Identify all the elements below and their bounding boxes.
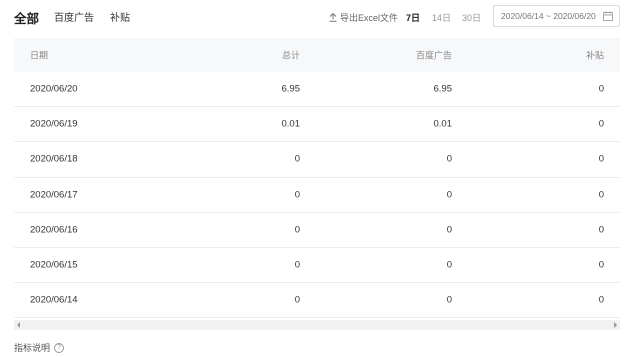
- cell-baidu-ads: 0: [446, 189, 452, 201]
- table-header: 日期 总计 百度广告 补贴: [14, 38, 620, 72]
- horizontal-scrollbar[interactable]: [14, 320, 620, 330]
- cell-date: 2020/06/19: [30, 118, 78, 130]
- column-header-date: 日期: [30, 50, 49, 61]
- cell-baidu-ads: 0.01: [433, 118, 453, 130]
- top-toolbar: 全部 百度广告 补贴 导出Excel文件 7日 14日 30日 2020/06/…: [0, 0, 640, 36]
- cell-baidu-ads: 6.95: [433, 83, 453, 95]
- table-row: 2020/06/17 0 0 0: [14, 178, 620, 213]
- cell-subsidy: 0: [598, 224, 604, 236]
- table-row: 2020/06/19 0.01 0.01 0: [14, 107, 620, 143]
- column-header-total: 总计: [281, 50, 300, 61]
- date-range-value: 2020/06/14 ~ 2020/06/20: [501, 11, 596, 21]
- cell-total: 0: [294, 153, 300, 165]
- range-7-days[interactable]: 7日: [406, 11, 420, 24]
- cell-subsidy: 0: [598, 294, 604, 306]
- scroll-left-arrow-icon[interactable]: [17, 322, 20, 328]
- cell-total: 0.01: [281, 118, 301, 130]
- cell-date: 2020/06/16: [30, 224, 78, 236]
- cell-date: 2020/06/18: [30, 153, 78, 165]
- cell-total: 0: [294, 294, 300, 306]
- range-14-days[interactable]: 14日: [432, 11, 451, 24]
- cell-subsidy: 0: [598, 189, 604, 201]
- table-row: 2020/06/20 6.95 6.95 0: [14, 72, 620, 108]
- cell-date: 2020/06/15: [30, 259, 78, 271]
- cell-baidu-ads: 0: [446, 153, 452, 165]
- cell-total: 0: [294, 259, 300, 271]
- cell-subsidy: 0: [598, 83, 604, 95]
- tab-subsidy[interactable]: 补贴: [110, 9, 130, 24]
- table-row: 2020/06/14 0 0 0: [14, 283, 620, 319]
- cell-subsidy: 0: [598, 259, 604, 271]
- table-row: 2020/06/16 0 0 0: [14, 213, 620, 248]
- cell-total: 6.95: [281, 83, 301, 95]
- cell-date: 2020/06/17: [30, 189, 78, 201]
- tab-baidu-ads[interactable]: 百度广告: [54, 9, 94, 24]
- cell-total: 0: [294, 224, 300, 236]
- cell-subsidy: 0: [598, 118, 604, 130]
- export-excel-label: 导出Excel文件: [340, 13, 399, 23]
- tab-all[interactable]: 全部: [14, 8, 39, 27]
- table-row: 2020/06/18 0 0 0: [14, 142, 620, 178]
- column-header-baidu-ads: 百度广告: [415, 50, 452, 61]
- metric-notes: 指标说明 ?: [14, 341, 65, 354]
- calendar-icon: [603, 11, 613, 21]
- upload-icon: [329, 13, 337, 22]
- scroll-right-arrow-icon[interactable]: [614, 322, 617, 328]
- table-row: 2020/06/15 0 0 0: [14, 248, 620, 284]
- question-circle-icon[interactable]: ?: [54, 342, 65, 353]
- data-table: 日期 总计 百度广告 补贴 2020/06/20 6.95 6.95 0 202…: [14, 38, 620, 319]
- cell-date: 2020/06/20: [30, 83, 78, 95]
- cell-total: 0: [294, 189, 300, 201]
- cell-baidu-ads: 0: [446, 259, 452, 271]
- metric-notes-label: 指标说明: [14, 343, 51, 353]
- range-30-days[interactable]: 30日: [462, 11, 481, 24]
- cell-baidu-ads: 0: [446, 224, 452, 236]
- cell-baidu-ads: 0: [446, 294, 452, 306]
- export-excel-button[interactable]: 导出Excel文件: [329, 11, 398, 24]
- cell-date: 2020/06/14: [30, 294, 78, 306]
- cell-subsidy: 0: [598, 153, 604, 165]
- date-range-picker[interactable]: 2020/06/14 ~ 2020/06/20: [493, 5, 620, 27]
- column-header-subsidy: 补贴: [585, 50, 604, 61]
